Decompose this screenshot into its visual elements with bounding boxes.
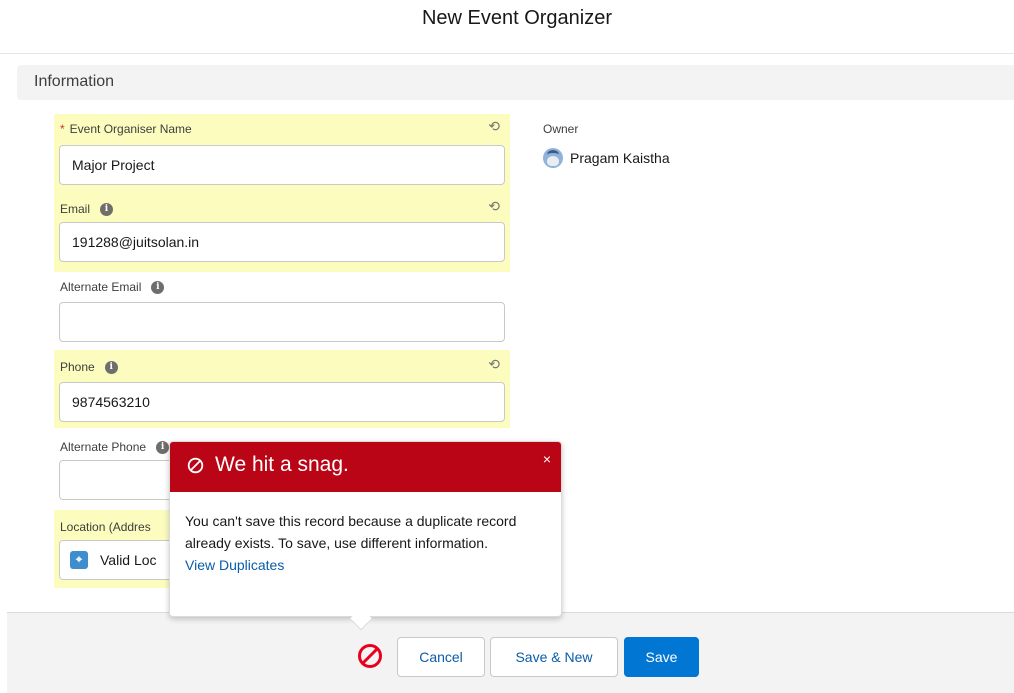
- info-icon[interactable]: i: [104, 360, 118, 374]
- modal-title: New Event Organizer: [421, 7, 613, 29]
- error-popover-title: We hit a snag.: [215, 453, 349, 476]
- location-label: Location (Addres: [60, 520, 151, 534]
- event-organiser-name-input[interactable]: Major Project: [59, 145, 505, 185]
- error-popover: We hit a snag. × You can't save this rec…: [169, 441, 562, 631]
- owner-name[interactable]: Pragam Kaistha: [570, 150, 670, 166]
- save-and-new-button[interactable]: Save & New: [490, 637, 618, 677]
- field-phone: Phone i ⟲ 9874563210: [54, 350, 510, 428]
- view-duplicates-link[interactable]: View Duplicates: [185, 554, 525, 576]
- phone-input[interactable]: 9874563210: [59, 382, 505, 422]
- section-header-information[interactable]: Information: [17, 65, 1014, 100]
- event-organiser-name-label-text: Event Organiser Name: [69, 122, 192, 136]
- info-icon[interactable]: i: [156, 440, 170, 454]
- owner-field: Pragam Kaistha: [543, 148, 670, 168]
- error-popover-body: You can't save this record because a dup…: [185, 510, 525, 576]
- field-alternate-email: Alternate Email i: [54, 272, 510, 350]
- alternate-email-label-text: Alternate Email: [60, 280, 142, 294]
- alternate-email-input[interactable]: [59, 302, 505, 342]
- user-avatar-icon: [543, 148, 563, 168]
- phone-label-text: Phone: [60, 360, 95, 374]
- info-icon[interactable]: i: [151, 280, 165, 294]
- phone-label: Phone i: [60, 360, 118, 374]
- required-marker: *: [60, 122, 65, 136]
- section-title: Information: [34, 73, 115, 90]
- error-message: You can't save this record because a dup…: [185, 513, 517, 551]
- ban-icon: [187, 457, 204, 474]
- email-input[interactable]: 191288@juitsolan.in: [59, 222, 505, 262]
- owner-label: Owner: [543, 122, 579, 136]
- modal-footer: Cancel Save & New Save: [7, 612, 1014, 693]
- undo-icon[interactable]: ⟲: [488, 198, 500, 215]
- email-label: Email i: [60, 202, 114, 216]
- location-icon: ⌖: [70, 551, 88, 569]
- field-event-organiser-name: * Event Organiser Name ⟲ Major Project: [54, 114, 510, 194]
- close-icon[interactable]: ×: [543, 451, 551, 467]
- field-email: Email i ⟲ 191288@juitsolan.in: [54, 194, 510, 272]
- error-indicator-icon[interactable]: [356, 642, 384, 670]
- save-button[interactable]: Save: [624, 637, 699, 677]
- email-label-text: Email: [60, 202, 91, 216]
- event-organiser-name-label: * Event Organiser Name: [60, 122, 192, 136]
- location-value: Valid Loc: [100, 552, 157, 568]
- error-popover-header: We hit a snag. ×: [170, 442, 561, 492]
- alternate-phone-label-text: Alternate Phone: [60, 440, 147, 454]
- location-label-text: Location (Addres: [60, 520, 151, 534]
- undo-icon[interactable]: ⟲: [488, 118, 500, 135]
- modal-header: New Event Organizer: [0, 0, 1014, 54]
- info-icon[interactable]: i: [100, 202, 114, 216]
- undo-icon[interactable]: ⟲: [488, 356, 500, 373]
- alternate-email-label: Alternate Email i: [60, 280, 165, 294]
- cancel-button[interactable]: Cancel: [397, 637, 485, 677]
- alternate-phone-label: Alternate Phone i: [60, 440, 170, 454]
